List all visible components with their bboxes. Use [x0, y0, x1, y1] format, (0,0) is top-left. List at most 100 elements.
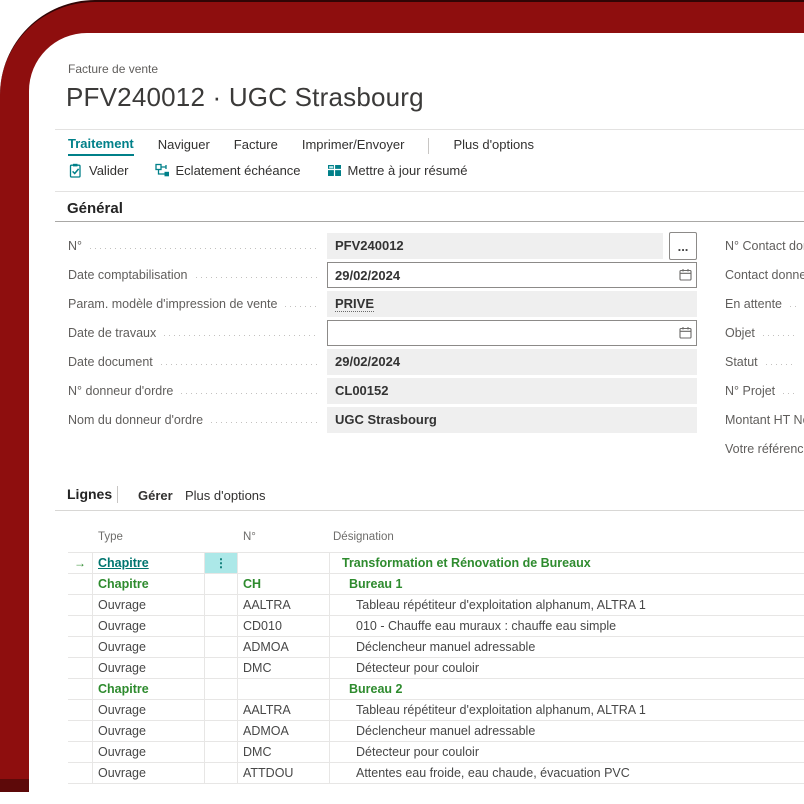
cell-type[interactable]: Ouvrage [93, 742, 205, 762]
table-row[interactable]: Ouvrage ADMOA Déclencheur manuel adressabl… [68, 721, 804, 742]
cell-type[interactable]: Chapitre [93, 553, 205, 573]
cell-designation[interactable]: Bureau 2 [330, 679, 804, 699]
field-input-date-comptabilisation[interactable] [327, 262, 697, 288]
tab-imprimer-envoyer[interactable]: Imprimer/Envoyer [302, 137, 405, 155]
cell-designation-text: Bureau 2 [349, 682, 403, 696]
row-menu-cell [205, 637, 238, 657]
table-row[interactable]: Ouvrage ATTDOUAttentes eau froide, eau ch… [68, 763, 804, 784]
cell-type-text: Chapitre [98, 556, 149, 570]
field-label-text: Montant HT Net [725, 413, 804, 427]
breadcrumb[interactable]: Facture de vente [68, 62, 158, 76]
cell-designation[interactable]: Bureau 1 [330, 574, 804, 594]
cell-no[interactable]: ATTDOU [238, 763, 330, 783]
row-menu-cell [205, 658, 238, 678]
row-menu-cell[interactable]: ⋮ [205, 553, 238, 573]
field-value-no[interactable]: PFV240012 [327, 233, 663, 259]
cell-designation[interactable]: 010 - Chauffe eau muraux : chauffe eau s… [330, 616, 804, 636]
tab-plus-options[interactable]: Plus d'options [453, 137, 534, 155]
cell-designation[interactable]: Tableau répétiteur d'exploitation alphan… [330, 595, 804, 615]
cell-designation[interactable]: Attentes eau froide, eau chaude, évacuat… [330, 763, 804, 783]
cell-no-text: DMC [243, 661, 271, 675]
cell-designation[interactable]: Tableau répétiteur d'exploitation alphan… [330, 700, 804, 720]
cell-no[interactable] [238, 553, 330, 573]
cell-no[interactable]: CH [238, 574, 330, 594]
cell-type[interactable]: Ouvrage [93, 637, 205, 657]
calendar-icon[interactable] [679, 326, 692, 344]
table-row[interactable]: Ouvrage AALTRA Tableau répétiteur d'exploi… [68, 700, 804, 721]
cell-designation[interactable]: Transformation et Rénovation de Bureaux [330, 553, 804, 573]
cell-no[interactable]: DMC [238, 658, 330, 678]
cell-type[interactable]: Ouvrage [93, 616, 205, 636]
cell-no[interactable]: ADMOA [238, 637, 330, 657]
field-value-text: CL00152 [335, 383, 388, 398]
valider-button[interactable]: Valider [68, 163, 129, 178]
table-row[interactable]: Chapitre Bureau 2 [68, 679, 804, 700]
field-value-date-document[interactable]: 29/02/2024 [327, 349, 697, 375]
cell-no[interactable] [238, 679, 330, 699]
table-row[interactable]: Ouvrage CD010 010 - Chauffe eau muraux : c… [68, 616, 804, 637]
tab-naviguer[interactable]: Naviguer [158, 137, 210, 155]
field-value-text: 29/02/2024 [335, 354, 400, 369]
field-input-date-de-travaux[interactable] [327, 320, 697, 346]
dotted-leader [196, 277, 319, 278]
cell-type-text: Ouvrage [98, 745, 146, 759]
row-gutter-cell [68, 679, 93, 699]
cell-no-text: AALTRA [243, 703, 291, 717]
lines-plus-options-button[interactable]: Plus d'options [185, 488, 266, 503]
column-header-no[interactable]: N° [243, 531, 256, 543]
window-frame-top [110, 0, 804, 33]
selected-row-arrow-icon: → [74, 556, 86, 570]
lines-gerer-button[interactable]: Gérer [138, 488, 173, 503]
dotted-leader [164, 335, 319, 336]
tab-facture[interactable]: Facture [234, 137, 278, 155]
eclatement-echeance-button[interactable]: Eclatement échéance [155, 163, 301, 178]
cell-type-text: Ouvrage [98, 724, 146, 738]
field-value-nom-donneur-ordre[interactable]: UGC Strasbourg [327, 407, 697, 433]
cell-type[interactable]: Ouvrage [93, 763, 205, 783]
cell-type[interactable]: Chapitre [93, 679, 205, 699]
table-row[interactable]: Ouvrage ADMOA Déclencheur manuel adressabl… [68, 637, 804, 658]
field-label-no-donneur-ordre: N° donneur d'ordre [68, 384, 327, 398]
cell-type[interactable]: Ouvrage [93, 700, 205, 720]
cell-no[interactable]: AALTRA [238, 595, 330, 615]
dotted-leader [90, 248, 319, 249]
cell-no[interactable]: CD010 [238, 616, 330, 636]
cell-no[interactable]: ADMOA [238, 721, 330, 741]
tab-traitement[interactable]: Traitement [68, 136, 134, 156]
cell-designation-text: 010 - Chauffe eau muraux : chauffe eau s… [356, 619, 616, 633]
cell-designation[interactable]: Détecteur pour couloir [330, 658, 804, 678]
cell-type[interactable]: Ouvrage [93, 721, 205, 741]
divider-actions-bottom [55, 191, 804, 192]
table-row[interactable]: → Chapitre ⋮ Transformation et Rénovation d… [68, 553, 804, 574]
table-row[interactable]: Ouvrage AALTRATableau répétiteur d'exploi… [68, 595, 804, 616]
update-summary-icon [327, 163, 342, 178]
assist-edit-button[interactable]: ... [669, 232, 697, 260]
mettre-a-jour-resume-button[interactable]: Mettre à jour résumé [327, 163, 468, 178]
column-header-type[interactable]: Type [98, 531, 123, 543]
field-value-no-donneur-ordre[interactable]: CL00152 [327, 378, 697, 404]
cell-no-text: DMC [243, 745, 271, 759]
cell-no[interactable]: AALTRA [238, 700, 330, 720]
column-header-designation[interactable]: Désignation [333, 531, 394, 543]
cell-no-text: ADMOA [243, 724, 289, 738]
field-label-text: Contact donneur [725, 268, 804, 282]
cell-type[interactable]: Chapitre [93, 574, 205, 594]
table-row[interactable]: Ouvrage DMC Détecteur pour couloir [68, 658, 804, 679]
row-menu-cell [205, 700, 238, 720]
cell-designation[interactable]: Détecteur pour couloir [330, 742, 804, 762]
table-row[interactable]: Chapitre CHBureau 1 [68, 574, 804, 595]
cell-no[interactable]: DMC [238, 742, 330, 762]
dotted-leader [766, 364, 796, 365]
cell-type[interactable]: Ouvrage [93, 658, 205, 678]
field-label-text: N° Projet [725, 384, 775, 398]
cell-type-text: Ouvrage [98, 703, 146, 717]
field-label-date-comptabilisation: Date comptabilisation [68, 268, 327, 282]
cell-type[interactable]: Ouvrage [93, 595, 205, 615]
table-row[interactable]: Ouvrage DMC Détecteur pour couloir [68, 742, 804, 763]
cell-designation[interactable]: Déclencheur manuel adressable [330, 637, 804, 657]
cell-designation[interactable]: Déclencheur manuel adressable [330, 721, 804, 741]
calendar-icon[interactable] [679, 268, 692, 286]
field-value-param-modele-impression[interactable]: PRIVE [327, 291, 697, 317]
row-menu-cell [205, 721, 238, 741]
cell-designation-text: Déclencheur manuel adressable [356, 640, 535, 654]
